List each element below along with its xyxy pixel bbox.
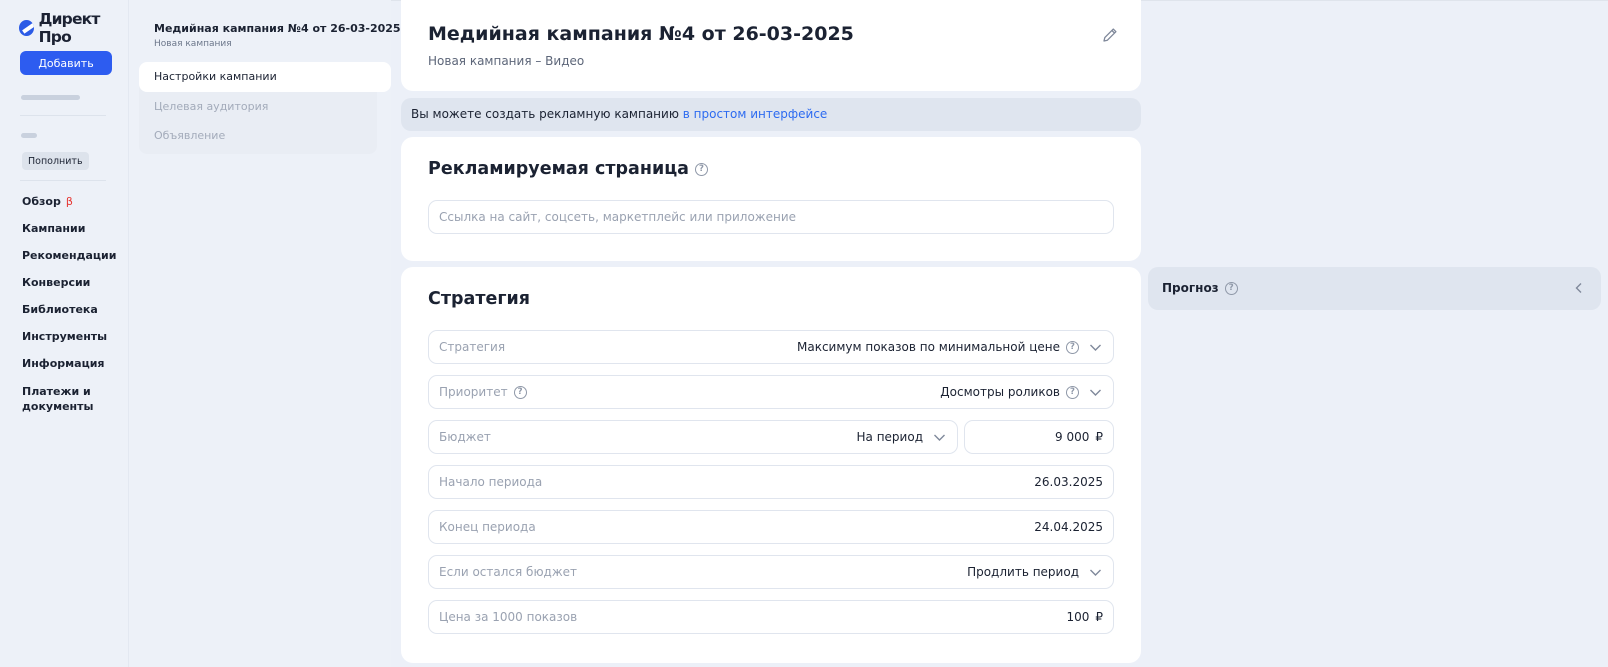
advertised-page-card: Рекламируемая страница ? <box>401 137 1141 261</box>
brand-name: Директ Про <box>38 10 101 46</box>
field-label: Стратегия <box>439 340 506 354</box>
field-label: Цена за 1000 показов <box>439 610 578 624</box>
priority-select[interactable]: Приоритет ? Досмотры роликов ? <box>428 375 1114 409</box>
field-value: 24.04.2025 <box>1034 520 1103 534</box>
simple-interface-link[interactable]: в простом интерфейсе <box>683 107 828 121</box>
nav-item-payments[interactable]: Платежи и документы <box>22 384 100 414</box>
chevron-down-icon <box>1090 569 1101 576</box>
end-date-field[interactable]: Конец периода 24.04.2025 <box>428 510 1114 544</box>
cpm-price-field[interactable]: Цена за 1000 показов 100 ₽ <box>428 600 1114 634</box>
left-navigation: Директ Про Добавить Пополнить Обзор β Кам… <box>0 0 129 667</box>
campaign-header-card: Медийная кампания №4 от 26-03-2025 Новая… <box>401 0 1141 91</box>
add-button[interactable]: Добавить <box>20 51 112 75</box>
start-date-field[interactable]: Начало периода 26.03.2025 <box>428 465 1114 499</box>
field-value-group: Досмотры роликов ? <box>940 385 1103 400</box>
field-value: Максимум показов по минимальной цене <box>797 340 1060 354</box>
nav-item-campaigns[interactable]: Кампании <box>22 221 122 236</box>
strategy-heading: Стратегия <box>428 289 530 309</box>
advertised-page-title: Рекламируемая страница <box>428 159 689 179</box>
cpm-amount: 100 <box>1066 610 1090 624</box>
help-icon[interactable]: ? <box>513 385 527 399</box>
forecast-panel[interactable]: Прогноз ? <box>1148 267 1601 310</box>
currency-label: ₽ <box>1095 430 1103 444</box>
direct-logo-icon <box>19 20 34 36</box>
help-icon[interactable]: ? <box>1224 281 1238 295</box>
advertised-url-input[interactable] <box>428 200 1114 234</box>
help-icon[interactable]: ? <box>1066 385 1079 399</box>
balance-placeholder <box>21 95 80 100</box>
account-placeholder <box>21 133 37 138</box>
nav-divider <box>20 180 106 181</box>
field-value: 26.03.2025 <box>1034 475 1103 489</box>
field-label-group: Приоритет ? <box>439 385 527 399</box>
banner-text: Вы можете создать рекламную кампанию <box>411 107 679 121</box>
strategy-card: Стратегия Стратегия Максимум показов по … <box>401 267 1141 663</box>
field-value: Продлить период <box>967 565 1079 579</box>
chevron-down-icon <box>1090 344 1101 351</box>
chevron-down-icon <box>934 434 945 441</box>
strategy-select[interactable]: Стратегия Максимум показов по минимально… <box>428 330 1114 364</box>
campaign-navigation: Медийная кампания №4 от 26-03-2025 Новая… <box>129 0 401 667</box>
page-subtitle: Новая кампания – Видео <box>428 54 585 68</box>
campaign-steps: Настройки кампании Целевая аудитория Объ… <box>139 62 391 154</box>
simple-interface-banner: Вы можете создать рекламную кампанию в п… <box>401 98 1141 131</box>
beta-badge: β <box>65 195 73 208</box>
chevron-left-icon[interactable] <box>1572 281 1586 295</box>
nav-item-conversions[interactable]: Конверсии <box>22 275 122 290</box>
field-label: Начало периода <box>439 475 543 489</box>
step-ad[interactable]: Объявление <box>139 121 387 151</box>
leftover-budget-select[interactable]: Если остался бюджет Продлить период <box>428 555 1114 589</box>
currency-label: ₽ <box>1095 610 1103 624</box>
nav-item-recommendations[interactable]: Рекомендации <box>22 248 122 263</box>
help-icon[interactable]: ? <box>695 162 708 176</box>
field-label: Бюджет <box>439 430 491 444</box>
step-campaign-settings[interactable]: Настройки кампании <box>139 62 391 92</box>
step-target-audience[interactable]: Целевая аудитория <box>139 92 387 122</box>
field-label: Приоритет <box>439 385 508 399</box>
field-value-group: 100 ₽ <box>1066 610 1103 624</box>
field-value-group: На период <box>857 430 947 445</box>
field-value: На период <box>856 430 923 444</box>
budget-amount-input[interactable]: 9 000 ₽ <box>964 420 1114 454</box>
page-title: Медийная кампания №4 от 26-03-2025 <box>428 23 854 45</box>
nav-item-information[interactable]: Информация <box>22 356 122 371</box>
field-value-group: Продлить период <box>967 565 1103 580</box>
advertised-page-heading: Рекламируемая страница ? <box>428 159 708 179</box>
field-label: Конец периода <box>439 520 536 534</box>
nav-divider <box>20 115 106 116</box>
budget-amount: 9 000 <box>1055 430 1090 444</box>
budget-period-select[interactable]: Бюджет На период <box>428 420 958 454</box>
field-value-group: 9 000 ₽ <box>1055 430 1103 444</box>
nav-item-label: Обзор <box>22 195 61 208</box>
forecast-heading: Прогноз ? <box>1162 281 1238 295</box>
campaign-nav-subtitle: Новая кампания <box>154 39 232 49</box>
field-value-group: Максимум показов по минимальной цене ? <box>797 340 1103 355</box>
forecast-title: Прогноз <box>1162 281 1219 295</box>
topup-button[interactable]: Пополнить <box>22 152 89 170</box>
chevron-down-icon <box>1090 389 1101 396</box>
brand-logo[interactable]: Директ Про <box>19 10 128 46</box>
pencil-icon[interactable] <box>1101 26 1119 44</box>
field-value: Досмотры роликов <box>940 385 1060 399</box>
field-label: Если остался бюджет <box>439 565 578 579</box>
nav-item-tools[interactable]: Инструменты <box>22 329 122 344</box>
help-icon[interactable]: ? <box>1066 340 1079 354</box>
nav-item-library[interactable]: Библиотека <box>22 302 122 317</box>
campaign-nav-title: Медийная кампания №4 от 26-03-2025 <box>154 22 401 35</box>
nav-item-overview[interactable]: Обзор β <box>22 194 122 209</box>
